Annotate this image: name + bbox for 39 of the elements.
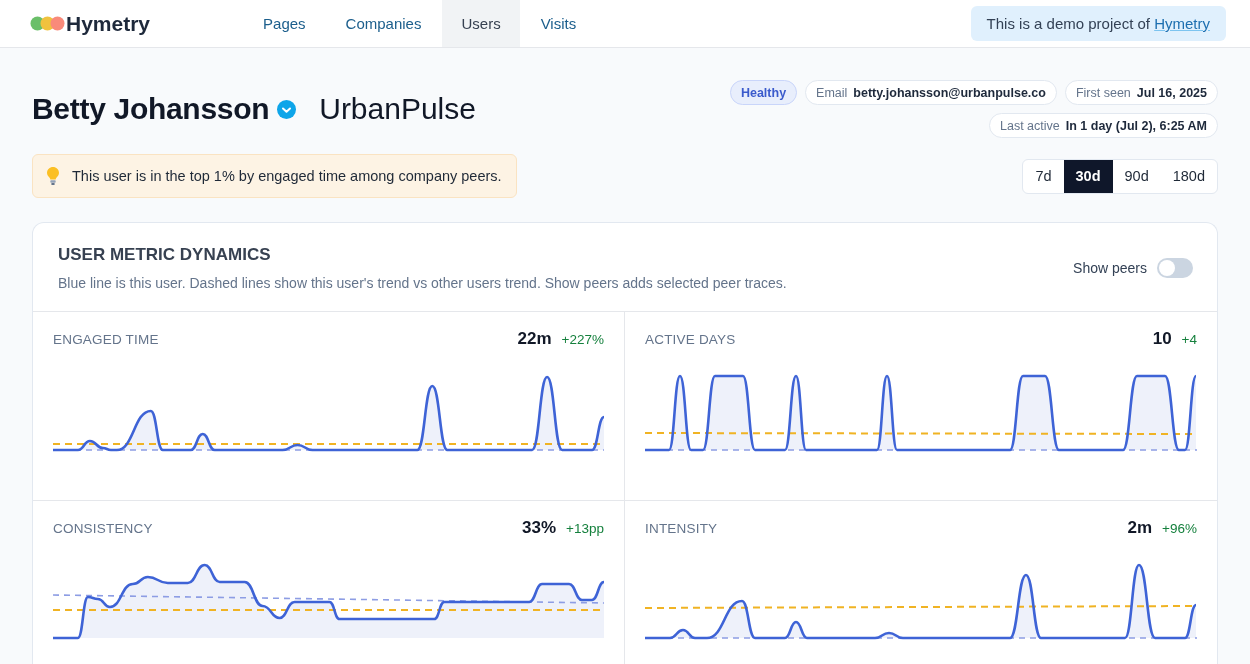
demo-notice: This is a demo project of Hymetry <box>970 6 1226 41</box>
logo-icon <box>30 16 65 31</box>
metric-title: INTENSITY <box>645 520 718 536</box>
chip-value: In 1 day (Jul 2), 6:25 AM <box>1065 118 1207 133</box>
logo-text: Hymetry <box>66 11 151 36</box>
nav-tab[interactable]: Visits <box>521 0 596 47</box>
nav-tab[interactable]: Users <box>442 0 520 47</box>
status-badge: Healthy <box>729 80 798 105</box>
nav-tab[interactable]: Companies <box>326 0 441 47</box>
card-title: USER METRIC DYNAMICS <box>58 245 272 265</box>
range-tab[interactable]: 90d <box>1112 159 1161 193</box>
user-name: Betty Johansson <box>32 92 270 126</box>
metric-value: 10 <box>1152 329 1172 349</box>
chip-value: Jul 16, 2025 <box>1136 85 1207 100</box>
metric-value: 33% <box>522 518 557 538</box>
chip-label: Last active <box>1000 118 1060 133</box>
show-peers-toggle[interactable] <box>1157 258 1193 278</box>
insight-text: This user is in the top 1% by engaged time among company peers. <box>72 168 502 184</box>
metric-value: 22m <box>517 329 552 349</box>
chip-value: betty.johansson@urbanpulse.co <box>853 85 1046 100</box>
company-name: UrbanPulse <box>319 92 476 126</box>
toggle-label: Show peers <box>1073 260 1147 276</box>
metric-change: +96% <box>1162 521 1197 536</box>
metric-title: ENGAGED TIME <box>53 331 159 347</box>
range-tab[interactable]: 180d <box>1160 159 1217 193</box>
metric-change: +4 <box>1181 332 1197 347</box>
lightbulb-icon <box>47 167 59 185</box>
metric-title: CONSISTENCY <box>53 520 153 536</box>
card-description: Blue line is this user. Dashed lines show this user's trend vs other users trend. Show peers adds selected peer traces. <box>58 275 787 291</box>
metric-change: +13pp <box>566 521 604 536</box>
metric-title: ACTIVE DAYS <box>645 331 736 347</box>
demo-link[interactable]: Hymetry <box>1154 15 1210 32</box>
metric-change: +227% <box>561 332 604 347</box>
nav-tab[interactable]: Pages <box>244 0 325 47</box>
range-tab[interactable]: 30d <box>1063 159 1113 193</box>
range-tab[interactable]: 7d <box>1023 159 1064 193</box>
chip-label: Email <box>816 85 848 100</box>
chip-label: First seen <box>1075 85 1131 100</box>
metric-value: 2m <box>1127 518 1153 538</box>
